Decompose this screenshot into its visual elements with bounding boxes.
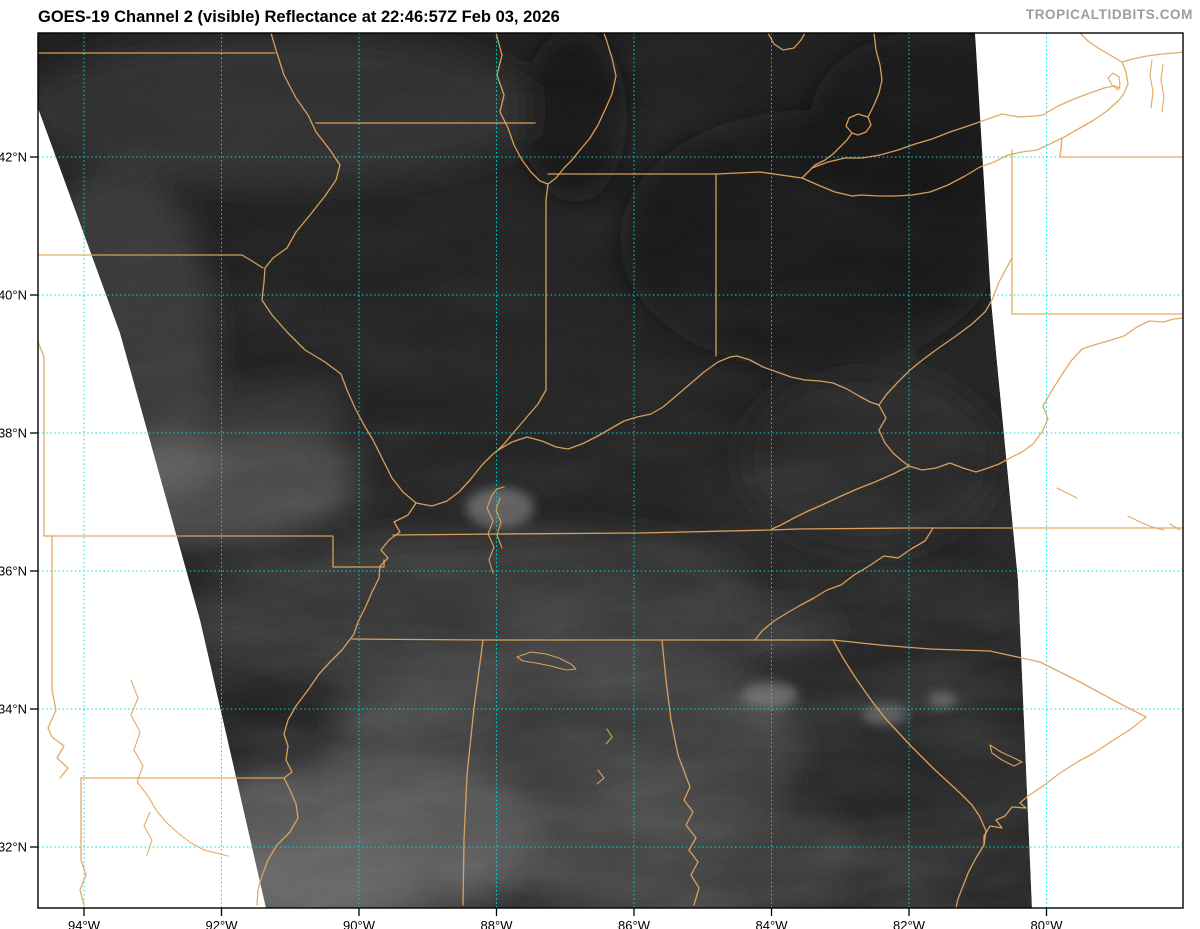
lon-tick-label: 92°W [206,918,239,929]
lat-tick-label: 42°N [0,150,27,165]
lon-tick-label: 94°W [68,918,101,929]
lon-tick-label: 84°W [756,918,789,929]
lon-tick-label: 86°W [618,918,651,929]
lon-tick-label: 82°W [893,918,926,929]
map-title: GOES-19 Channel 2 (visible) Reflectance … [38,8,560,26]
lon-tick-label: 80°W [1031,918,1064,929]
lat-tick-label: 36°N [0,564,27,579]
satellite-map: 42°N 40°N 38°N 36°N 34°N 32°N 94°W 92°W … [0,0,1200,929]
lon-tick-label: 88°W [481,918,514,929]
lat-tick-label: 34°N [0,702,27,717]
lon-tick-label: 90°W [343,918,376,929]
lat-tick-label: 40°N [0,288,27,303]
satellite-image-page: 42°N 40°N 38°N 36°N 34°N 32°N 94°W 92°W … [0,0,1200,929]
lat-tick-label: 38°N [0,426,27,441]
lat-tick-label: 32°N [0,840,27,855]
watermark: TROPICALTIDBITS.COM [1026,7,1193,22]
